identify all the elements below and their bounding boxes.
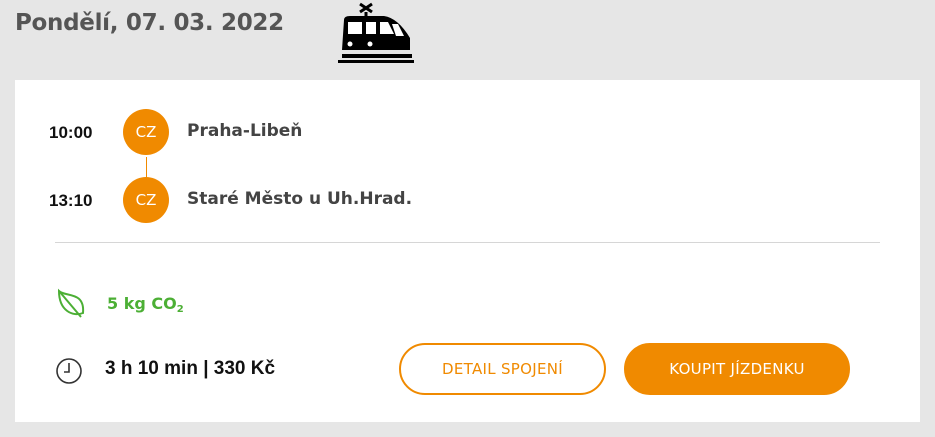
- co2-subscript: 2: [176, 304, 184, 315]
- duration-price: 3 h 10 min | 330 Kč: [105, 358, 276, 379]
- train-icon: [338, 2, 414, 63]
- departure-stop: 10:00 CZ Praha-Libeň: [15, 109, 920, 157]
- arrival-station: Staré Město u Uh.Hrad.: [187, 189, 413, 209]
- detail-button[interactable]: DETAIL SPOJENÍ: [399, 343, 606, 395]
- connection-card: 10:00 CZ Praha-Libeň 13:10 CZ Staré Měst…: [15, 80, 920, 422]
- route-connector: [146, 157, 147, 179]
- divider: [55, 242, 880, 243]
- arrival-time: 13:10: [49, 191, 93, 210]
- departure-time: 10:00: [49, 123, 93, 142]
- arrival-country-badge: CZ: [123, 177, 169, 223]
- co2-amount: 5 kg CO2: [107, 294, 184, 315]
- clock-icon: [56, 358, 82, 384]
- arrival-stop: 13:10 CZ Staré Město u Uh.Hrad.: [15, 177, 920, 225]
- leaf-icon: [57, 288, 85, 318]
- buy-ticket-button[interactable]: KOUPIT JÍZDENKU: [624, 343, 850, 395]
- departure-country-badge: CZ: [123, 109, 169, 155]
- departure-station: Praha-Libeň: [187, 121, 303, 141]
- co2-value: 5 kg CO: [107, 294, 177, 313]
- journey-date: Pondělí, 07. 03. 2022: [15, 10, 284, 36]
